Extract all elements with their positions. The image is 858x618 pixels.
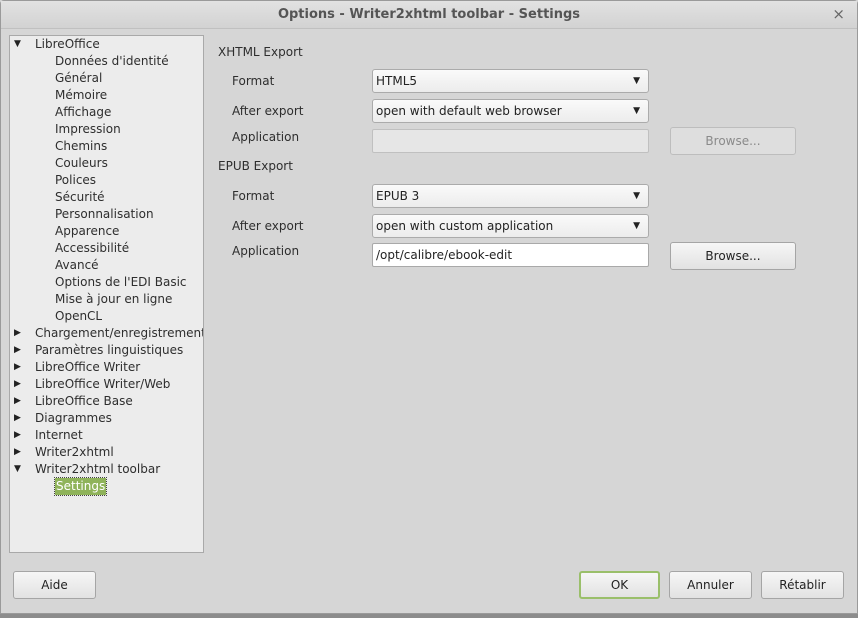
tree-item-label: Writer2xhtml xyxy=(35,445,114,459)
tree-category[interactable]: ▶ Diagrammes xyxy=(10,410,203,427)
chevron-right-icon[interactable]: ▶ xyxy=(14,342,24,359)
tree-item-label: LibreOffice xyxy=(35,37,100,51)
tree-item[interactable]: Polices xyxy=(10,172,203,189)
epub-after-export-label: After export xyxy=(232,219,304,233)
epub-application-label: Application xyxy=(232,244,300,258)
tree-item[interactable]: Accessibilité xyxy=(10,240,203,257)
reset-button[interactable]: Rétablir xyxy=(761,571,844,599)
tree-category[interactable]: ▶ LibreOffice Writer/Web xyxy=(10,376,203,393)
tree-category[interactable]: ▼ Writer2xhtml toolbar xyxy=(10,461,203,478)
tree-category[interactable]: ▶ LibreOffice Base xyxy=(10,393,203,410)
epub-browse-button[interactable]: Browse... xyxy=(670,242,796,270)
tree-item[interactable]: Chemins xyxy=(10,138,203,155)
cancel-button[interactable]: Annuler xyxy=(669,571,752,599)
tree-category[interactable]: ▼ LibreOffice xyxy=(10,36,203,53)
tree-item-label: Général xyxy=(55,71,103,85)
tree-item-label: LibreOffice Writer/Web xyxy=(35,377,171,391)
xhtml-format-label: Format xyxy=(232,74,275,88)
xhtml-after-export-dropdown[interactable]: open with default web browser ▼ xyxy=(372,99,649,123)
tree-item[interactable]: Settings xyxy=(10,477,203,496)
xhtml-after-export-label: After export xyxy=(232,104,304,118)
chevron-right-icon[interactable]: ▶ xyxy=(14,359,24,376)
tree-item-label: Chargement/enregistrement xyxy=(35,326,204,340)
xhtml-format-dropdown[interactable]: HTML5 ▼ xyxy=(372,69,649,93)
xhtml-application-label: Application xyxy=(232,130,300,144)
tree-item-label: Mémoire xyxy=(55,88,108,102)
help-button[interactable]: Aide xyxy=(13,571,96,599)
xhtml-after-export-value: open with default web browser xyxy=(376,104,562,118)
tree-item[interactable]: Mise à jour en ligne xyxy=(10,291,203,308)
chevron-down-icon: ▼ xyxy=(633,106,640,116)
tree-item[interactable]: Sécurité xyxy=(10,189,203,206)
tree-category[interactable]: ▶ Writer2xhtml xyxy=(10,444,203,461)
close-icon[interactable]: × xyxy=(832,5,845,23)
epub-format-label: Format xyxy=(232,189,275,203)
tree-item[interactable]: Mémoire xyxy=(10,87,203,104)
tree-item-label: Settings xyxy=(53,477,108,496)
tree-item-label: Accessibilité xyxy=(55,241,130,255)
options-tree[interactable]: ▼ LibreOffice Données d'identité Général Mém… xyxy=(9,35,204,553)
epub-section-title: EPUB Export xyxy=(218,159,293,173)
chevron-down-icon: ▼ xyxy=(633,221,640,231)
chevron-down-icon[interactable]: ▼ xyxy=(14,461,24,478)
ok-button[interactable]: OK xyxy=(579,571,660,599)
chevron-right-icon[interactable]: ▶ xyxy=(14,393,24,410)
tree-item[interactable]: Couleurs xyxy=(10,155,203,172)
tree-item-label: Avancé xyxy=(55,258,99,272)
xhtml-browse-button: Browse... xyxy=(670,127,796,155)
tree-item-label: LibreOffice Writer xyxy=(35,360,141,374)
xhtml-section-title: XHTML Export xyxy=(218,45,303,59)
options-dialog: Options - Writer2xhtml toolbar - Setting… xyxy=(0,0,858,614)
tree-item-label: Internet xyxy=(35,428,83,442)
window-title: Options - Writer2xhtml toolbar - Setting… xyxy=(277,7,581,22)
tree-item[interactable]: Affichage xyxy=(10,104,203,121)
tree-item-label: Affichage xyxy=(55,105,112,119)
epub-after-export-dropdown[interactable]: open with custom application ▼ xyxy=(372,214,649,238)
tree-item-label: Sécurité xyxy=(55,190,105,204)
chevron-right-icon[interactable]: ▶ xyxy=(14,444,24,461)
chevron-down-icon: ▼ xyxy=(633,76,640,86)
tree-item-label: Options de l'EDI Basic xyxy=(55,275,187,289)
tree-item[interactable]: Options de l'EDI Basic xyxy=(10,274,203,291)
tree-item-label: Personnalisation xyxy=(55,207,154,221)
tree-item[interactable]: Apparence xyxy=(10,223,203,240)
xhtml-format-value: HTML5 xyxy=(376,74,418,88)
tree-item[interactable]: Impression xyxy=(10,121,203,138)
tree-item[interactable]: Données d'identité xyxy=(10,53,203,70)
tree-item-label: OpenCL xyxy=(55,309,103,323)
tree-item-label: Diagrammes xyxy=(35,411,112,425)
tree-item-label: Impression xyxy=(55,122,121,136)
window-bottom-strip xyxy=(0,614,858,618)
tree-item[interactable]: Personnalisation xyxy=(10,206,203,223)
tree-item-label: Couleurs xyxy=(55,156,108,170)
tree-item-label: Chemins xyxy=(55,139,108,153)
tree-category[interactable]: ▶ Paramètres linguistiques xyxy=(10,342,203,359)
chevron-down-icon: ▼ xyxy=(633,191,640,201)
tree-item-label: Apparence xyxy=(55,224,120,238)
tree-item-label: Données d'identité xyxy=(55,54,169,68)
epub-format-dropdown[interactable]: EPUB 3 ▼ xyxy=(372,184,649,208)
tree-item[interactable]: Général xyxy=(10,70,203,87)
tree-item-label: Mise à jour en ligne xyxy=(55,292,173,306)
chevron-right-icon[interactable]: ▶ xyxy=(14,325,24,342)
tree-item-label: Writer2xhtml toolbar xyxy=(35,462,161,476)
title-bar: Options - Writer2xhtml toolbar - Setting… xyxy=(1,1,857,29)
tree-category[interactable]: ▶ LibreOffice Writer xyxy=(10,359,203,376)
xhtml-application-field xyxy=(372,129,649,153)
epub-after-export-value: open with custom application xyxy=(376,219,554,233)
tree-category[interactable]: ▶ Chargement/enregistrement xyxy=(10,325,203,342)
tree-category[interactable]: ▶ Internet xyxy=(10,427,203,444)
chevron-right-icon[interactable]: ▶ xyxy=(14,376,24,393)
epub-application-field[interactable]: /opt/calibre/ebook-edit xyxy=(372,243,649,267)
epub-format-value: EPUB 3 xyxy=(376,189,420,203)
chevron-right-icon[interactable]: ▶ xyxy=(14,427,24,444)
chevron-right-icon[interactable]: ▶ xyxy=(14,410,24,427)
tree-item-label: LibreOffice Base xyxy=(35,394,133,408)
tree-item[interactable]: Avancé xyxy=(10,257,203,274)
tree-item-label: Paramètres linguistiques xyxy=(35,343,184,357)
tree-item[interactable]: OpenCL xyxy=(10,308,203,325)
tree-item-label: Polices xyxy=(55,173,97,187)
chevron-down-icon[interactable]: ▼ xyxy=(14,36,24,53)
